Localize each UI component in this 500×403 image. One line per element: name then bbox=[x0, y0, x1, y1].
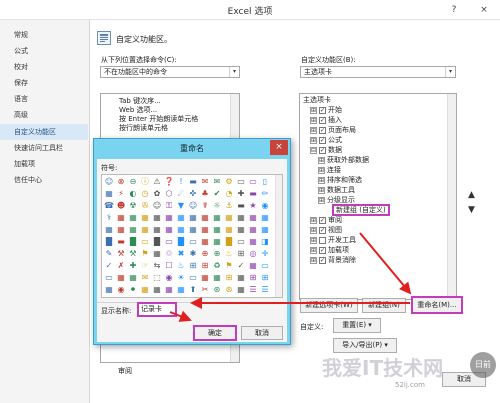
arrow-to-ok bbox=[169, 310, 192, 322]
watermark-badge: 日前 bbox=[470, 352, 496, 378]
watermark-site: 52ij.com bbox=[395, 381, 425, 389]
annotation-arrows bbox=[169, 232, 412, 322]
arrow-to-rename bbox=[359, 232, 412, 295]
watermark-text: 我爱IT技术网 bbox=[322, 356, 444, 380]
